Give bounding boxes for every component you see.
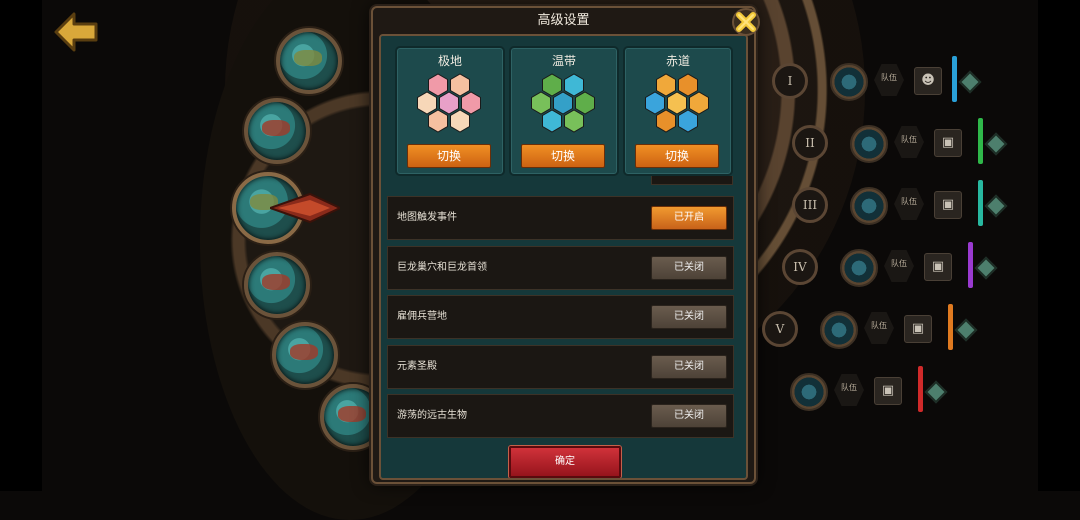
scrolled-row-edge [651, 176, 733, 185]
team-badge[interactable]: 队伍 2 [894, 188, 924, 220]
dialog-body: 极地 切换 温带 切换 赤道 切换 地图触发事件 已开启 巨龙巢穴和巨龙首领 已关闭 雇佣兵营地已… [379, 34, 748, 480]
player-number-badge: V [762, 311, 798, 347]
setting-row: 游荡的远古生物 已关闭 [387, 394, 734, 438]
close-icon[interactable] [730, 6, 762, 38]
climate-name: 赤道 [665, 54, 690, 68]
map-thumbnail[interactable] [244, 252, 310, 318]
climate-card: 赤道 切换 [623, 46, 733, 176]
computer-icon[interactable]: ▣ [874, 377, 902, 405]
setting-label: 地图触发事件 [397, 212, 457, 223]
setting-toggle-button[interactable]: 已关闭 [651, 305, 727, 329]
player-color-bar [978, 180, 983, 226]
player-number-badge: II [792, 125, 828, 161]
player-color-gem-icon[interactable] [958, 70, 982, 94]
player-skull-icon[interactable] [850, 125, 888, 163]
player-color-bar [968, 242, 973, 288]
confirm-button[interactable]: 确定 [509, 446, 621, 478]
setting-row: 地图触发事件 已开启 [387, 196, 734, 240]
climate-name: 温带 [551, 54, 576, 68]
player-skull-icon[interactable] [850, 187, 888, 225]
player-color-gem-icon[interactable] [984, 194, 1008, 218]
team-badge[interactable]: 队伍 2 [884, 250, 914, 282]
person-icon[interactable]: ☻ [914, 67, 942, 95]
computer-icon[interactable]: ▣ [934, 191, 962, 219]
setting-toggle-button[interactable]: 已关闭 [651, 404, 727, 428]
player-color-gem-icon[interactable] [924, 380, 948, 404]
climate-selector: 极地 切换 温带 切换 赤道 切换 [381, 36, 746, 176]
player-skull-icon[interactable] [790, 373, 828, 411]
setting-row: 雇佣兵营地 已关闭 [387, 295, 734, 339]
climate-card: 极地 切换 [395, 46, 505, 176]
climate-name: 极地 [437, 54, 462, 68]
setting-toggle-button[interactable]: 已关闭 [651, 354, 727, 379]
climate-tiles-icon [531, 73, 595, 133]
computer-icon[interactable]: ▣ [924, 253, 952, 281]
player-color-bar [978, 118, 983, 164]
team-badge[interactable]: 队伍 2 [834, 374, 864, 406]
setting-row: 元素圣殿 已关闭 [387, 344, 734, 389]
back-arrow-icon[interactable] [52, 10, 100, 54]
player-color-gem-icon[interactable] [984, 132, 1008, 156]
map-thumbnail[interactable] [244, 98, 310, 164]
setting-label: 巨龙巢穴和巨龙首领 [397, 261, 487, 273]
setting-label: 雇佣兵营地 [397, 311, 447, 322]
setting-toggle-button[interactable]: 已关闭 [651, 255, 727, 280]
right-letterbox [1038, 0, 1080, 491]
dialog-title: 高级设置 [537, 13, 590, 28]
player-color-bar [952, 56, 957, 102]
climate-card: 温带 切换 [509, 46, 619, 176]
computer-icon[interactable]: ▣ [904, 315, 932, 343]
player-color-gem-icon[interactable] [954, 318, 978, 342]
climate-tiles-icon [417, 73, 481, 133]
player-number-badge: III [792, 187, 828, 223]
climate-tiles-icon [645, 73, 709, 133]
setting-toggle-button[interactable]: 已开启 [651, 206, 727, 230]
team-badge[interactable]: 队伍 1 [874, 64, 904, 96]
player-skull-icon[interactable] [840, 249, 878, 287]
player-skull-icon[interactable] [820, 311, 858, 349]
player-skull-icon[interactable] [830, 63, 868, 101]
player-color-gem-icon[interactable] [974, 256, 998, 280]
left-letterbox [0, 0, 42, 491]
map-thumbnail[interactable] [272, 322, 338, 388]
selector-arrow-icon [270, 192, 340, 224]
team-badge[interactable]: 队伍 2 [894, 126, 924, 158]
setting-label: 元素圣殿 [397, 360, 437, 372]
player-number-badge: I [772, 63, 808, 99]
switch-climate-button[interactable]: 切换 [635, 144, 719, 168]
switch-climate-button[interactable]: 切换 [521, 144, 605, 168]
player-color-bar [918, 366, 923, 412]
setting-label: 游荡的远古生物 [397, 410, 467, 421]
map-thumbnail[interactable] [276, 28, 342, 94]
player-color-bar [948, 304, 953, 350]
player-number-badge: IV [782, 249, 818, 285]
setting-row: 巨龙巢穴和巨龙首领 已关闭 [387, 245, 734, 290]
team-badge[interactable]: 队伍 2 [864, 312, 894, 344]
switch-climate-button[interactable]: 切换 [407, 144, 491, 168]
computer-icon[interactable]: ▣ [934, 129, 962, 157]
advanced-settings-dialog: 高级设置 极地 切换 温带 切换 赤道 切换 地图触发事件 已开启 巨龙巢穴和巨龙首领 已关闭雇… [371, 6, 756, 484]
